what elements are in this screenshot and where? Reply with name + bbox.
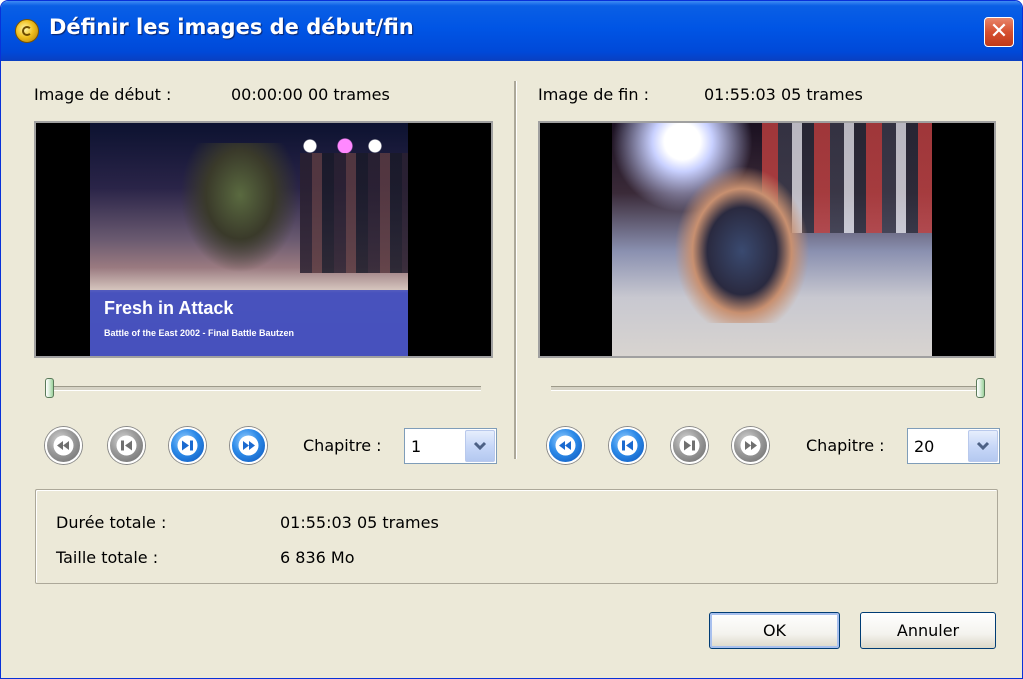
end-chapter-label: Chapitre : [806,436,885,455]
app-logo-icon [15,19,39,43]
end-fast-forward-button[interactable] [732,427,769,464]
summary-box: Durée totale : 01:55:03 05 trames Taille… [35,489,998,584]
start-video-preview: Fresh in Attack Battle of the East 2002 … [34,121,493,358]
step-forward-icon [679,435,700,456]
start-step-forward-button[interactable] [169,427,206,464]
total-duration-label: Durée totale : [56,513,167,532]
start-rewind-button[interactable] [45,427,82,464]
end-image-label: Image de fin : [538,85,649,104]
total-size-label: Taille totale : [56,548,159,567]
end-step-back-button[interactable] [609,427,646,464]
start-slider-thumb[interactable] [45,378,54,398]
panel-divider [514,81,516,459]
dialog-window: Définir les images de début/fin ✕ Image … [0,0,1023,679]
end-timecode: 01:55:03 05 trames [704,85,863,104]
start-chapter-value: 1 [411,437,422,456]
end-chapter-value: 20 [914,437,935,456]
total-duration-value: 01:55:03 05 trames [280,513,439,532]
window-title: Définir les images de début/fin [49,15,414,39]
end-chapter-select[interactable]: 20 [907,428,1000,464]
total-size-value: 6 836 Mo [280,548,355,567]
cancel-button[interactable]: Annuler [860,612,996,649]
start-slider-track[interactable] [49,386,481,391]
start-chapter-label: Chapitre : [303,436,382,455]
start-frame-image: Fresh in Attack Battle of the East 2002 … [90,123,408,356]
start-chapter-select[interactable]: 1 [404,428,497,464]
close-button[interactable]: ✕ [984,17,1014,47]
ok-button[interactable]: OK [709,612,840,649]
end-frame-image [612,123,932,356]
video-caption: Fresh in Attack Battle of the East 2002 … [90,290,408,356]
step-back-icon [116,435,137,456]
start-image-label: Image de début : [34,85,172,104]
start-fast-forward-button[interactable] [230,427,267,464]
start-timecode: 00:00:00 00 trames [231,85,390,104]
title-bar[interactable]: Définir les images de début/fin ✕ [1,1,1022,61]
end-slider-thumb[interactable] [976,378,985,398]
fast-forward-icon [740,435,761,456]
end-step-forward-button[interactable] [671,427,708,464]
rewind-icon [53,435,74,456]
step-forward-icon [177,435,198,456]
end-chapter-dropdown-button[interactable] [968,430,998,462]
fast-forward-icon [238,435,259,456]
caption-subtitle: Battle of the East 2002 - Final Battle B… [104,328,295,338]
chevron-down-icon [473,441,487,451]
step-back-icon [617,435,638,456]
end-slider-track[interactable] [551,386,985,391]
rewind-icon [555,435,576,456]
start-chapter-dropdown-button[interactable] [465,430,495,462]
start-step-back-button[interactable] [108,427,145,464]
end-rewind-button[interactable] [547,427,584,464]
chevron-down-icon [976,441,990,451]
close-icon: ✕ [989,19,1009,44]
end-video-preview [538,121,996,358]
caption-title: Fresh in Attack [104,298,234,318]
